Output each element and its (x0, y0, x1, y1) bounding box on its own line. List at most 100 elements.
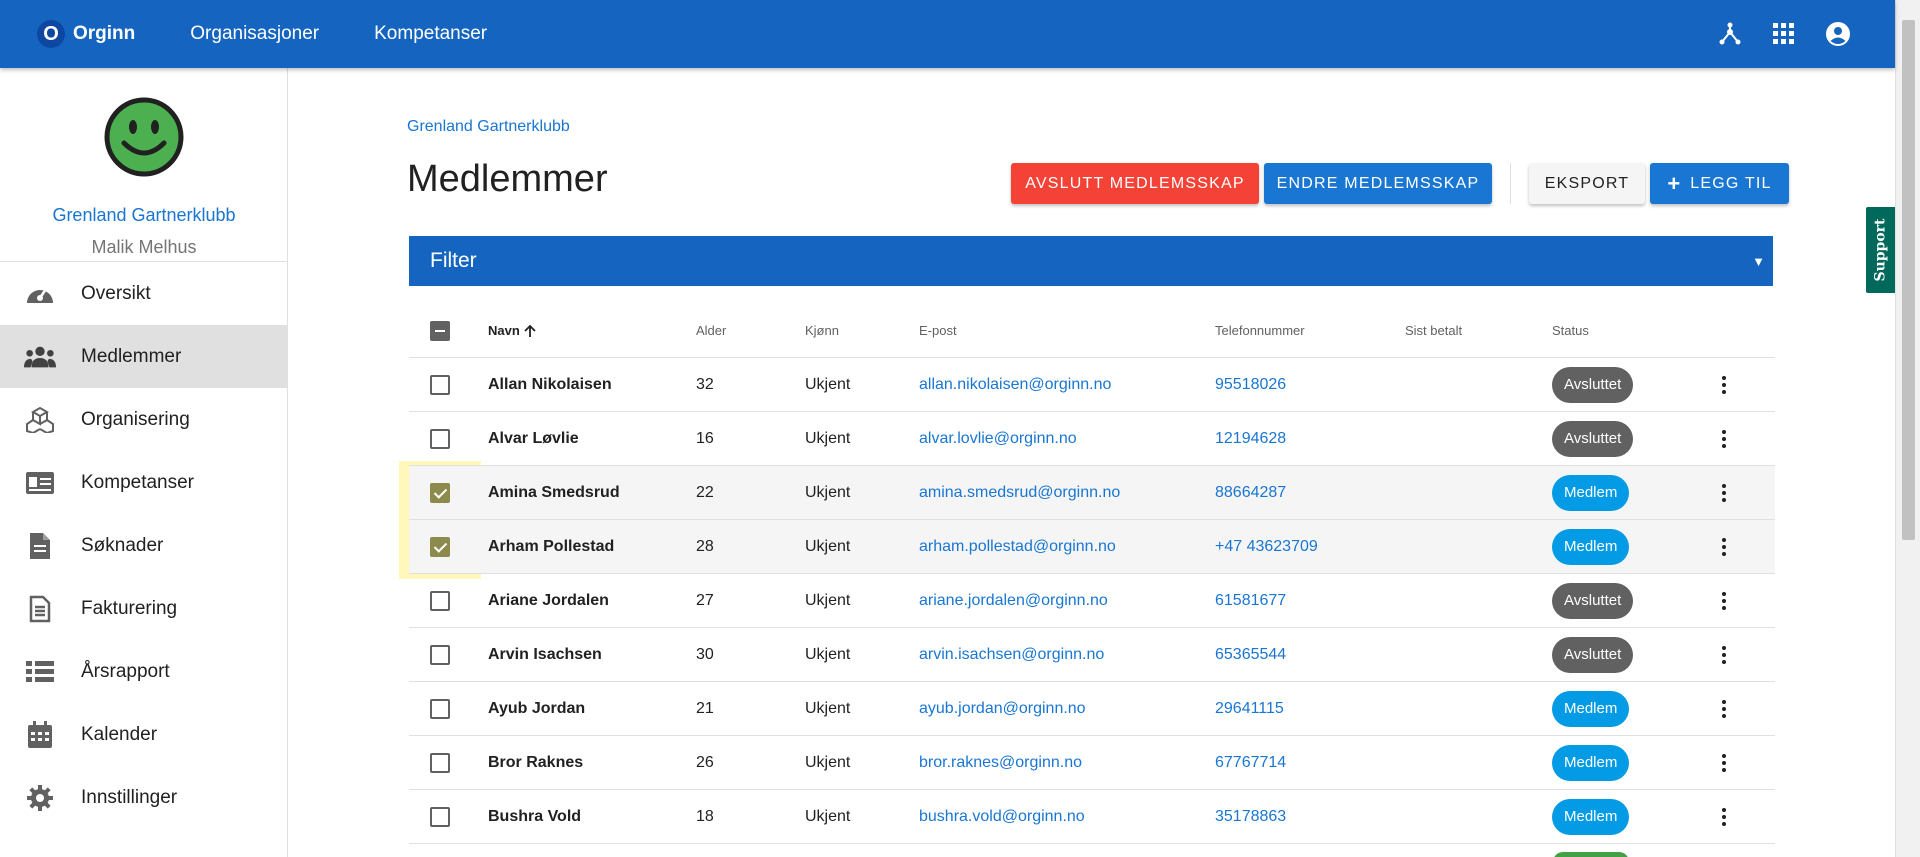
more-vert-icon[interactable] (1712, 643, 1736, 667)
member-email-link[interactable]: alvar.lovlie@orginn.no (919, 412, 1077, 465)
member-phone-link[interactable]: 29641115 (1215, 682, 1284, 735)
column-header-gender[interactable]: Kjønn (805, 304, 839, 357)
member-name[interactable]: Ariane Jordalen (488, 574, 609, 627)
member-phone-link[interactable]: 95518026 (1215, 358, 1286, 411)
export-button[interactable]: Eksport (1529, 163, 1645, 204)
member-name[interactable]: Bushra Vold (488, 790, 581, 843)
member-email-link[interactable]: bushra.vold@orginn.no (919, 790, 1085, 843)
sidebar-item-organisering[interactable]: Organisering (0, 388, 287, 451)
nav-kompetanser[interactable]: Kompetanser (374, 23, 487, 45)
column-header-last-paid[interactable]: Sist betalt (1405, 304, 1462, 357)
org-name[interactable]: Grenland Gartnerklubb (0, 205, 288, 226)
member-phone-link[interactable]: 35178863 (1215, 790, 1286, 843)
row-checkbox[interactable] (430, 752, 450, 773)
member-email-link[interactable]: ayub.jordan@orginn.no (919, 682, 1086, 735)
sidebar: Grenland Gartnerklubb Malik Melhus Overs… (0, 68, 288, 857)
status-chip[interactable]: Medlem (1552, 798, 1630, 835)
more-vert-icon[interactable] (1712, 589, 1736, 613)
member-email-link[interactable]: ariane.jordalen@orginn.no (919, 574, 1108, 627)
column-header-email[interactable]: E-post (919, 304, 957, 357)
scrollbar-thumb[interactable] (1902, 20, 1915, 540)
support-tab[interactable]: Support (1864, 205, 1895, 295)
table-row[interactable]: Arvin Isachsen 30 Ukjent arvin.isachsen@… (409, 628, 1775, 682)
more-vert-icon[interactable] (1712, 427, 1736, 451)
add-button[interactable]: + Legg til (1650, 163, 1789, 204)
status-chip[interactable]: Medlem (1552, 528, 1630, 565)
member-name[interactable]: Arham Pollestad (488, 520, 614, 573)
nav-organisasjoner[interactable]: Organisasjoner (190, 23, 319, 45)
column-header-phone[interactable]: Telefonnummer (1215, 304, 1305, 357)
row-checkbox[interactable] (430, 428, 450, 449)
breadcrumb[interactable]: Grenland Gartnerklubb (407, 118, 570, 136)
table-row[interactable]: Amina Smedsrud 22 Ukjent amina.smedsrud@… (409, 466, 1775, 520)
sidebar-item-soknader[interactable]: Søknader (0, 514, 287, 577)
end-membership-button[interactable]: Avslutt medlemsskap (1011, 163, 1259, 204)
status-chip[interactable]: Avsluttet (1552, 636, 1634, 673)
sidebar-item-medlemmer[interactable]: Medlemmer (0, 325, 287, 388)
member-name[interactable]: Allan Nikolaisen (488, 358, 612, 411)
brand[interactable]: O Orginn (37, 20, 135, 48)
member-email-link[interactable]: bror.raknes@orginn.no (919, 736, 1082, 789)
sidebar-item-innstillinger[interactable]: Innstillinger (0, 766, 287, 829)
row-checkbox[interactable] (430, 644, 450, 665)
member-phone-link[interactable]: 61581677 (1215, 574, 1286, 627)
status-chip[interactable]: Avsluttet (1552, 366, 1634, 403)
member-phone-link[interactable]: 12194628 (1215, 412, 1286, 465)
select-all-checkbox[interactable] (430, 320, 450, 341)
row-checkbox[interactable] (430, 536, 450, 557)
more-vert-icon[interactable] (1712, 481, 1736, 505)
hub-icon[interactable] (1703, 7, 1757, 61)
member-phone-link[interactable]: 67767714 (1215, 736, 1286, 789)
more-vert-icon[interactable] (1712, 751, 1736, 775)
sidebar-item-oversikt[interactable]: Oversikt (0, 262, 287, 325)
member-age: 18 (696, 807, 714, 825)
sidebar-item-kompetanser[interactable]: Kompetanser (0, 451, 287, 514)
more-vert-icon[interactable] (1712, 535, 1736, 559)
status-chip[interactable]: Medlem (1552, 744, 1630, 781)
more-vert-icon[interactable] (1712, 805, 1736, 829)
more-vert-icon[interactable] (1712, 373, 1736, 397)
column-header-status[interactable]: Status (1552, 304, 1589, 357)
member-name[interactable]: Alvar Løvlie (488, 412, 579, 465)
table-row[interactable]: Ayub Jordan 21 Ukjent ayub.jordan@orginn… (409, 682, 1775, 736)
row-checkbox[interactable] (430, 374, 450, 395)
member-name[interactable]: Ayub Jordan (488, 682, 585, 735)
change-membership-button[interactable]: Endre medlemsskap (1264, 163, 1492, 204)
table-row[interactable]: Bushra Vold 18 Ukjent bushra.vold@orginn… (409, 790, 1775, 844)
table-row[interactable]: Alvar Løvlie 16 Ukjent alvar.lovlie@orgi… (409, 412, 1775, 466)
sidebar-item-kalender[interactable]: Kalender (0, 703, 287, 766)
filter-panel-header[interactable]: Filter ▼ (409, 236, 1773, 286)
member-name[interactable]: Amina Smedsrud (488, 466, 620, 519)
row-checkbox[interactable] (430, 482, 450, 503)
member-name[interactable]: Bror Raknes (488, 736, 583, 789)
member-email-link[interactable]: arham.pollestad@orginn.no (919, 520, 1116, 573)
apps-grid-icon[interactable] (1757, 7, 1811, 61)
table-row[interactable]: Allan Nikolaisen 32 Ukjent allan.nikolai… (409, 358, 1775, 412)
column-header-age[interactable]: Alder (696, 304, 726, 357)
page-title: Medlemmer (407, 158, 608, 200)
member-name[interactable]: Arvin Isachsen (488, 628, 602, 681)
status-chip[interactable]: Avsluttet (1552, 582, 1634, 619)
member-phone-link[interactable]: +47 43623709 (1215, 520, 1318, 573)
column-header-name[interactable]: Navn (488, 304, 537, 357)
table-row[interactable]: Ariane Jordalen 27 Ukjent ariane.jordale… (409, 574, 1775, 628)
account-circle-icon[interactable] (1811, 7, 1865, 61)
sidebar-item-arsrapport[interactable]: Årsrapport (0, 640, 287, 703)
member-phone-link[interactable]: 88664287 (1215, 466, 1286, 519)
add-button-label: Legg til (1690, 174, 1772, 192)
sidebar-item-fakturering[interactable]: Fakturering (0, 577, 287, 640)
member-email-link[interactable]: arvin.isachsen@orginn.no (919, 628, 1104, 681)
more-vert-icon[interactable] (1712, 697, 1736, 721)
row-checkbox[interactable] (430, 806, 450, 827)
member-phone-link[interactable]: 65365544 (1215, 628, 1286, 681)
status-chip[interactable]: Medlem (1552, 474, 1630, 511)
status-chip[interactable]: Medlem (1552, 690, 1630, 727)
table-row[interactable]: Bror Raknes 26 Ukjent bror.raknes@orginn… (409, 736, 1775, 790)
row-checkbox[interactable] (430, 698, 450, 719)
status-chip[interactable]: Avsluttet (1552, 420, 1634, 457)
member-email-link[interactable]: amina.smedsrud@orginn.no (919, 466, 1120, 519)
member-email-link[interactable]: allan.nikolaisen@orginn.no (919, 358, 1111, 411)
page-scrollbar[interactable] (1895, 0, 1920, 857)
row-checkbox[interactable] (430, 590, 450, 611)
table-row[interactable]: Arham Pollestad 28 Ukjent arham.pollesta… (409, 520, 1775, 574)
